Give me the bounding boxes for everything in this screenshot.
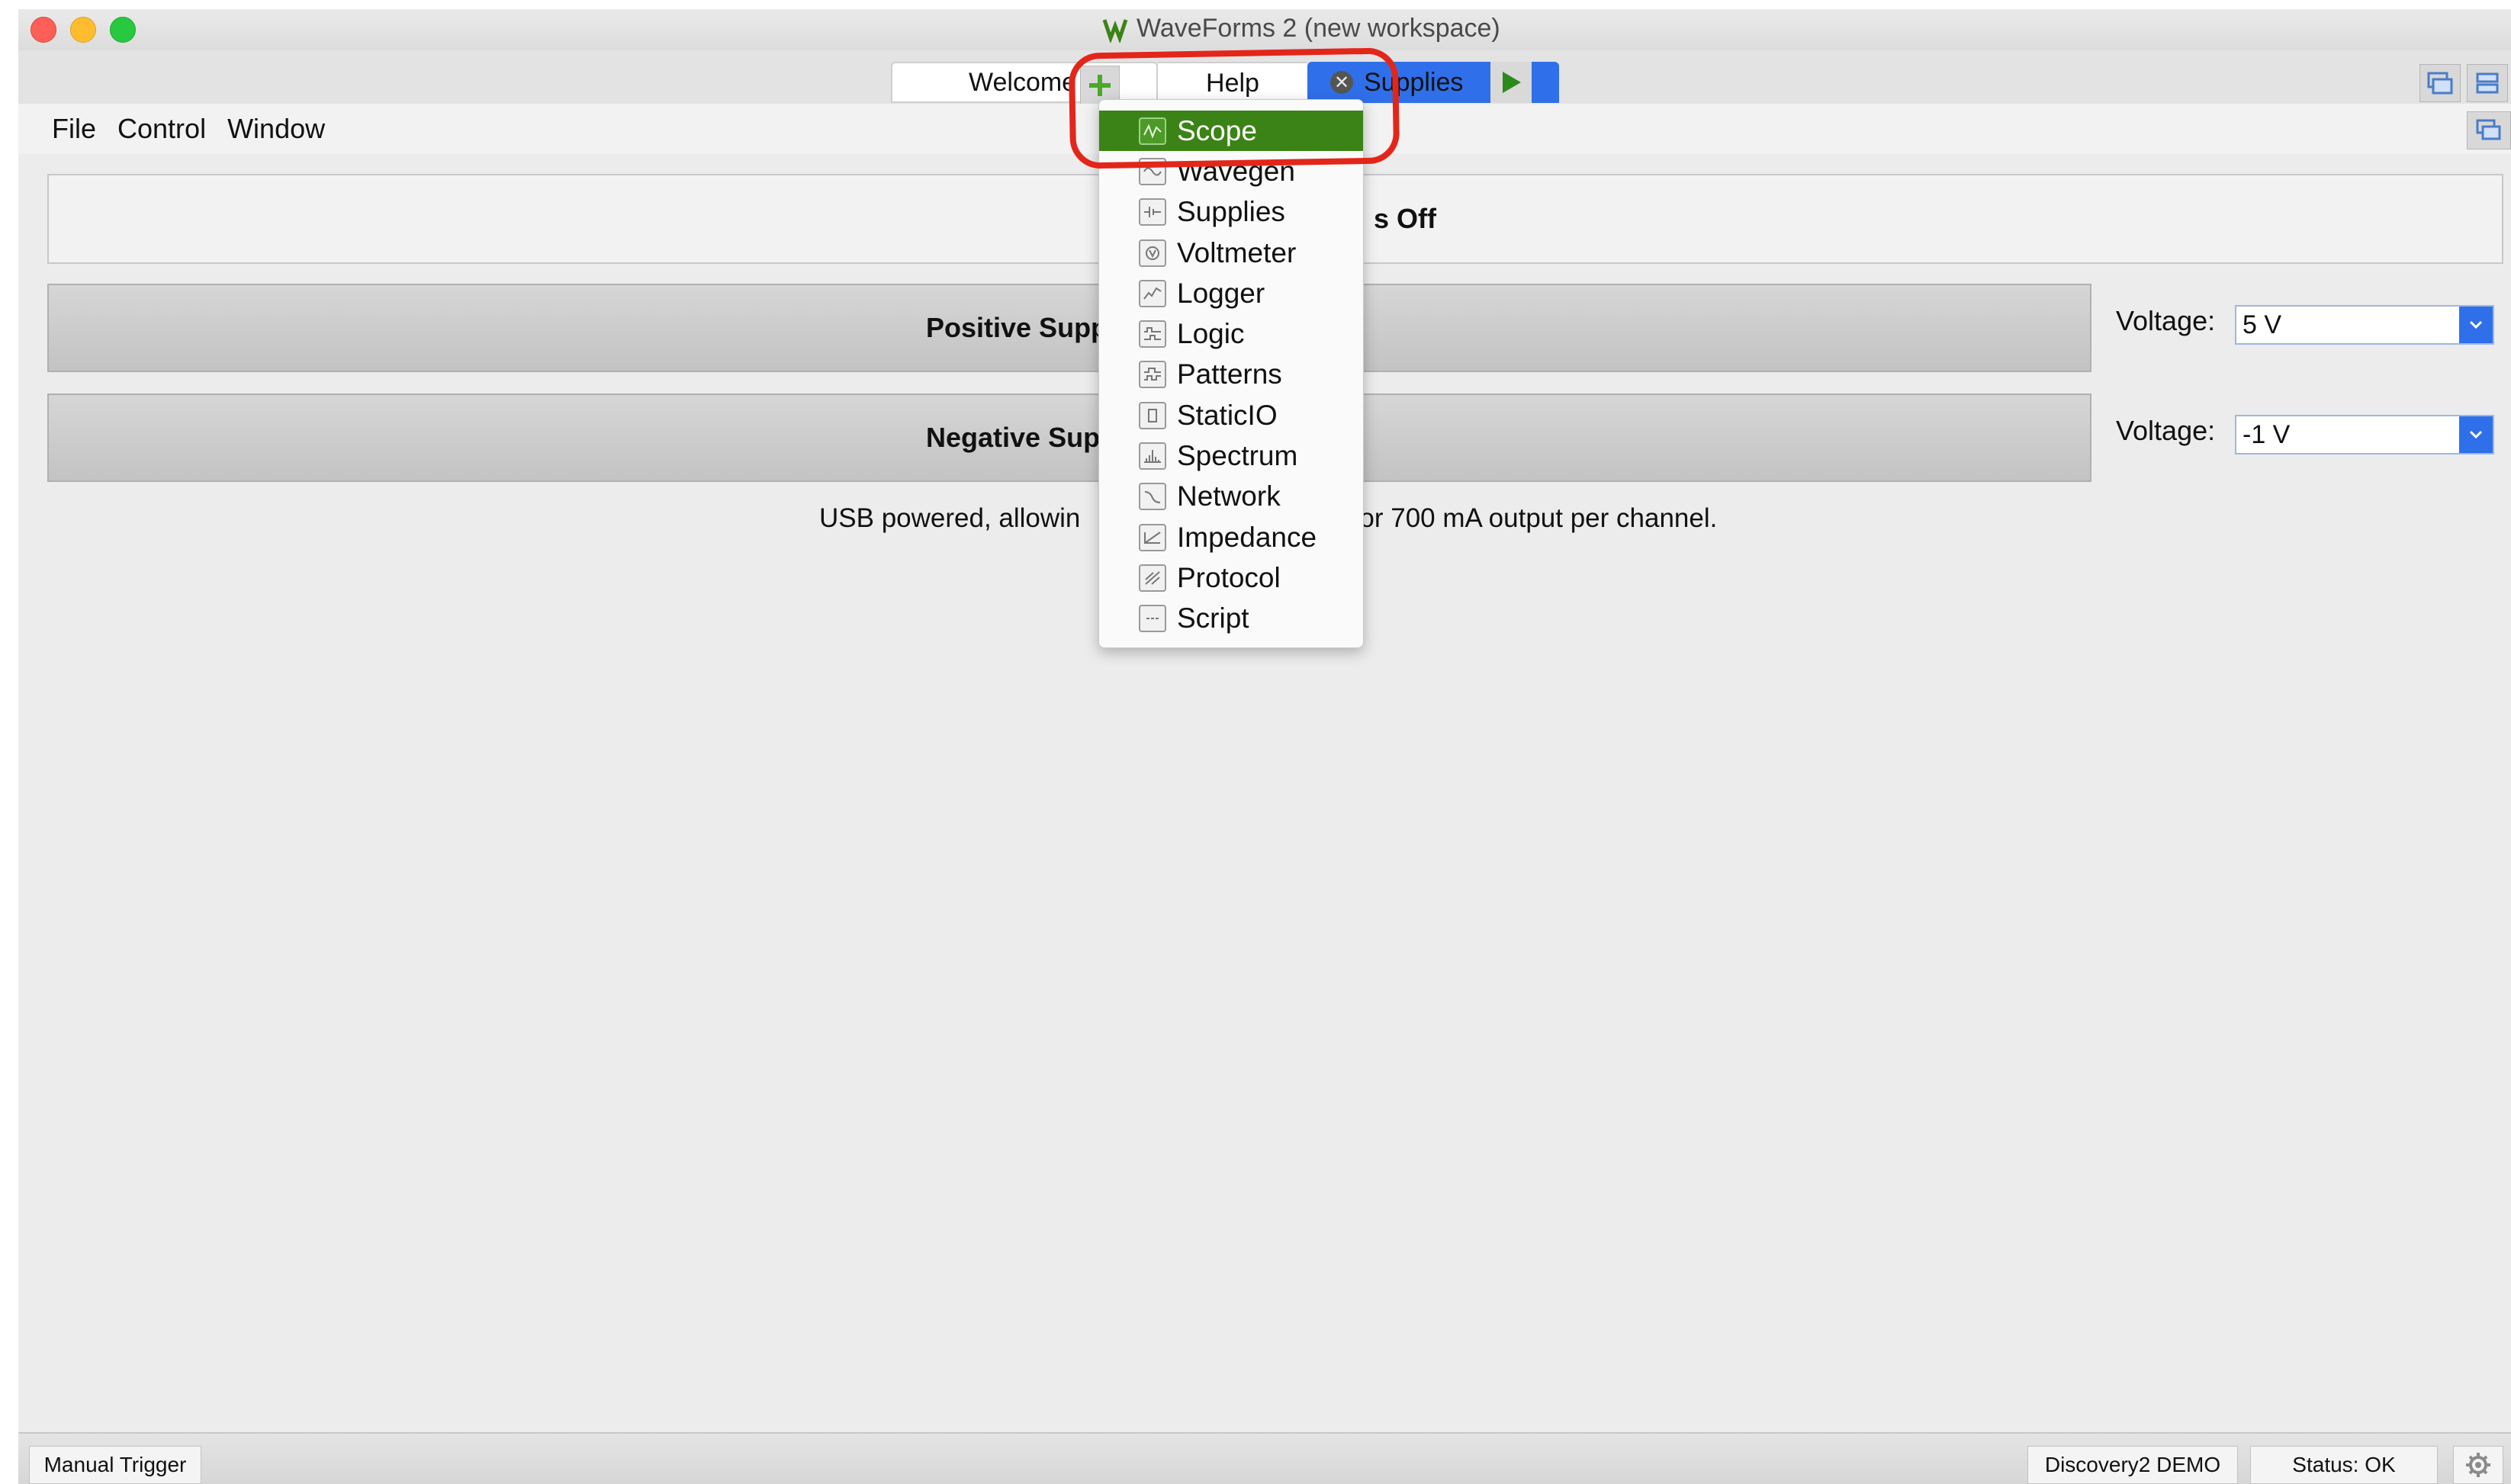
menu-item-label: Logic xyxy=(1177,318,1245,350)
menu-item-logger[interactable]: Logger xyxy=(1099,273,1363,313)
menu-item-label: Logger xyxy=(1177,277,1265,309)
menu-item-script[interactable]: Script xyxy=(1099,599,1363,639)
undock-icon xyxy=(2476,119,2501,140)
network-icon xyxy=(1139,483,1166,511)
menu-file[interactable]: File xyxy=(41,113,107,145)
status-label: Status: OK xyxy=(2292,1453,2396,1476)
menu-item-label: StaticIO xyxy=(1177,399,1278,431)
manual-trigger-label: Manual Trigger xyxy=(43,1453,187,1476)
impedance-icon xyxy=(1139,523,1166,551)
manual-trigger-button[interactable]: Manual Trigger xyxy=(29,1446,201,1484)
master-enable-label: s Off xyxy=(1373,203,1436,234)
menu-item-supplies[interactable]: Supplies xyxy=(1099,192,1363,233)
menu-item-label: Impedance xyxy=(1177,521,1317,553)
menu-item-protocol[interactable]: Protocol xyxy=(1099,557,1363,598)
power-info-right: or 700 mA output per channel. xyxy=(1359,503,1718,533)
protocol-icon xyxy=(1139,564,1166,592)
menu-item-voltmeter[interactable]: Voltmeter xyxy=(1099,233,1363,273)
negative-voltage-label: Voltage: xyxy=(2116,415,2216,446)
negative-supply-button[interactable]: Negative Supp xyxy=(47,393,2091,482)
status-indicator: Status: OK xyxy=(2250,1446,2438,1484)
red-highlight-annotation xyxy=(1068,47,1400,169)
patterns-icon xyxy=(1139,361,1166,389)
gear-icon xyxy=(2466,1453,2490,1477)
logger-icon xyxy=(1139,279,1166,307)
window-cascade-button[interactable] xyxy=(2419,64,2461,102)
supplies-icon xyxy=(1139,198,1166,226)
menu-item-staticio[interactable]: StaticIO xyxy=(1099,395,1363,435)
menu-item-label: Script xyxy=(1177,602,1249,634)
menu-item-label: Voltmeter xyxy=(1177,236,1297,268)
run-button[interactable] xyxy=(1490,62,1532,103)
menu-window[interactable]: Window xyxy=(217,113,336,145)
waveforms-logo-icon xyxy=(1102,18,1128,43)
device-button[interactable]: Discovery2 DEMO xyxy=(2027,1446,2238,1484)
positive-voltage-select[interactable]: 5 V xyxy=(2235,305,2494,345)
menu-item-spectrum[interactable]: Spectrum xyxy=(1099,435,1363,476)
menu-item-label: Patterns xyxy=(1177,358,1282,390)
menu-item-label: Protocol xyxy=(1177,561,1281,593)
spectrum-icon xyxy=(1139,442,1166,471)
app-window: WaveForms 2 (new workspace) Welcome Help… xyxy=(18,9,2511,1484)
staticio-icon xyxy=(1139,401,1166,429)
cascade-icon xyxy=(2427,72,2453,95)
menu-item-network[interactable]: Network xyxy=(1099,477,1363,517)
menu-item-logic[interactable]: Logic xyxy=(1099,313,1363,354)
menu-item-label: Network xyxy=(1177,480,1281,512)
positive-voltage-value: 5 V xyxy=(2243,310,2282,339)
positive-supply-button[interactable]: Positive Supp xyxy=(47,284,2091,372)
menu-item-label: Spectrum xyxy=(1177,440,1298,472)
voltmeter-icon xyxy=(1139,239,1166,267)
window-title: WaveForms 2 (new workspace) xyxy=(1101,14,1500,43)
tab-welcome-label: Welcome xyxy=(969,67,1077,97)
title-bar: WaveForms 2 (new workspace) xyxy=(18,9,2511,50)
chevron-down-icon[interactable] xyxy=(2459,307,2493,343)
minimize-window-button[interactable] xyxy=(70,17,96,43)
device-label: Discovery2 DEMO xyxy=(2044,1453,2221,1476)
negative-voltage-select[interactable]: -1 V xyxy=(2235,415,2494,455)
settings-button[interactable] xyxy=(2453,1446,2503,1484)
menu-item-label: Supplies xyxy=(1177,196,1285,228)
menu-control[interactable]: Control xyxy=(107,113,217,145)
play-icon xyxy=(1503,72,1521,93)
undock-button[interactable] xyxy=(2467,111,2511,149)
script-icon xyxy=(1139,605,1166,633)
zoom-window-button[interactable] xyxy=(110,17,136,43)
power-info-left: USB powered, allowin xyxy=(819,503,1081,533)
logic-icon xyxy=(1139,320,1166,349)
positive-supply-label: Positive Supp xyxy=(926,312,1108,343)
positive-voltage-label: Voltage: xyxy=(2116,305,2216,336)
negative-voltage-value: -1 V xyxy=(2243,419,2291,449)
close-window-button[interactable] xyxy=(31,17,56,43)
negative-supply-label: Negative Supp xyxy=(926,422,1117,453)
new-instrument-menu: Scope Wavegen Supplies Voltmeter Logger xyxy=(1098,99,1364,648)
menu-item-patterns[interactable]: Patterns xyxy=(1099,355,1363,395)
status-bar: Manual Trigger Discovery2 DEMO Status: O… xyxy=(18,1432,2511,1484)
menu-item-impedance[interactable]: Impedance xyxy=(1099,517,1363,557)
chevron-down-icon[interactable] xyxy=(2459,416,2493,453)
window-tile-button[interactable] xyxy=(2467,64,2508,102)
window-title-text: WaveForms 2 (new workspace) xyxy=(1137,14,1500,43)
tile-icon xyxy=(2476,72,2499,94)
